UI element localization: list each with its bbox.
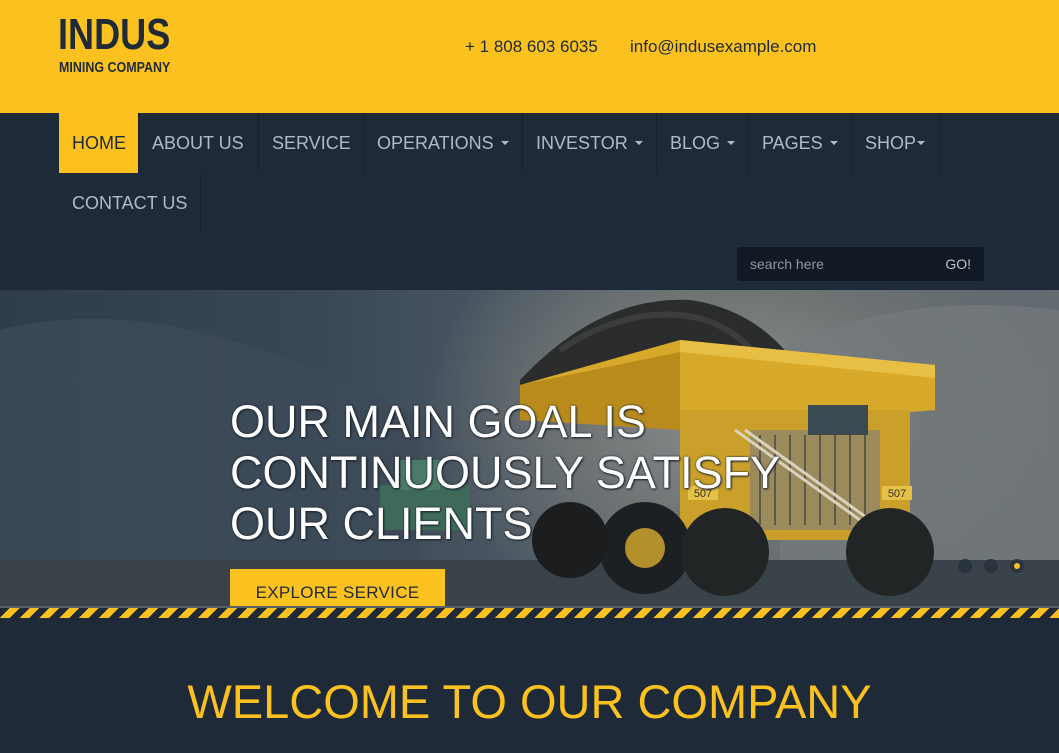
- search-input[interactable]: [737, 247, 927, 281]
- chevron-down-icon: [829, 141, 838, 146]
- nav-item-operations[interactable]: OPERATIONS: [364, 113, 523, 173]
- chevron-down-icon: [917, 141, 926, 146]
- chevron-down-icon: [634, 141, 643, 146]
- nav-item-shop[interactable]: SHOP: [852, 113, 940, 173]
- explore-service-button[interactable]: EXPLORE SERVICE: [230, 569, 445, 606]
- email-address[interactable]: info@indusexample.com: [630, 37, 816, 57]
- nav-item-blog[interactable]: BLOG: [657, 113, 749, 173]
- hero-slider: 507 507 OUR MAIN GOAL IS CONTINUOUSLY SAT…: [0, 290, 1059, 606]
- nav-item-label: HOME: [72, 133, 126, 153]
- nav-item-label: OPERATIONS: [377, 133, 494, 153]
- truck-number-2: 507: [888, 488, 906, 500]
- nav-item-label: PAGES: [762, 133, 823, 153]
- phone-number: + 1 808 603 6035: [465, 37, 598, 56]
- nav-item-label: BLOG: [670, 133, 721, 153]
- slider-dot-2[interactable]: [984, 559, 998, 573]
- hazard-stripe-divider: [0, 606, 1059, 618]
- nav-item-home[interactable]: HOME: [59, 113, 139, 173]
- chevron-down-icon: [727, 141, 736, 146]
- nav-item-label: SHOP: [865, 133, 917, 153]
- nav-item-contact-us[interactable]: CONTACT US: [59, 173, 201, 233]
- top-header: INDUS MINING COMPANY + 1 808 603 6035 in…: [0, 0, 1059, 113]
- nav-item-service[interactable]: SERVICE: [259, 113, 364, 173]
- nav-item-pages[interactable]: PAGES: [749, 113, 852, 173]
- slider-dot-1[interactable]: [958, 559, 972, 573]
- welcome-heading: WELCOME TO OUR COMPANY: [187, 675, 872, 728]
- nav-item-label: INVESTOR: [536, 133, 628, 153]
- search-box: GO!: [737, 247, 984, 281]
- logo-title[interactable]: INDUS: [58, 13, 170, 57]
- logo-subtitle[interactable]: MINING COMPANY: [59, 61, 170, 76]
- nav-item-investor[interactable]: INVESTOR: [523, 113, 657, 173]
- chevron-down-icon: [500, 141, 509, 146]
- nav-item-label: CONTACT US: [72, 193, 188, 213]
- slider-dot-3[interactable]: [1010, 559, 1024, 573]
- search-go-button[interactable]: GO!: [945, 247, 971, 281]
- nav-item-about-us[interactable]: ABOUT US: [139, 113, 259, 173]
- nav-item-label: SERVICE: [272, 133, 351, 153]
- hero-title: OUR MAIN GOAL IS CONTINUOUSLY SATISFY OU…: [230, 396, 780, 549]
- nav-item-label: ABOUT US: [152, 133, 244, 153]
